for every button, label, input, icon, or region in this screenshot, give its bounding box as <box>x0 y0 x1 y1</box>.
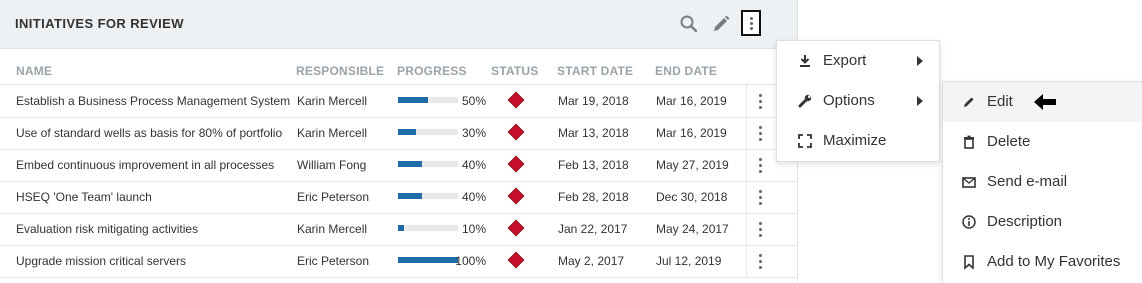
start-date: Mar 13, 2018 <box>558 126 629 140</box>
row-divider <box>746 181 747 213</box>
progress-percent: 40% <box>461 158 486 172</box>
row-more-icon[interactable] <box>757 190 765 206</box>
status-diamond-icon <box>508 252 524 268</box>
info-icon <box>961 214 977 230</box>
status-diamond-icon <box>508 188 524 204</box>
widget-title: INITIATIVES FOR REVIEW <box>15 16 184 31</box>
pencil-icon <box>961 94 977 110</box>
initiative-name[interactable]: Upgrade mission critical servers <box>16 254 186 268</box>
menu-item-export[interactable]: Export <box>777 41 939 81</box>
progress-bar-fill <box>398 161 422 167</box>
search-icon[interactable] <box>678 13 700 35</box>
progress-percent: 40% <box>461 190 486 204</box>
column-header-responsible[interactable]: RESPONSIBLE <box>296 64 384 78</box>
chevron-right-icon <box>917 96 923 106</box>
table-row[interactable]: Embed continuous improvement in all proc… <box>0 149 797 182</box>
row-more-icon[interactable] <box>757 126 765 142</box>
table-row[interactable]: Evaluation risk mitigating activities Kar… <box>0 213 797 246</box>
initiative-name[interactable]: Use of standard wells as basis for 80% o… <box>16 126 282 140</box>
row-divider <box>746 149 747 181</box>
initiative-name[interactable]: HSEQ 'One Team' launch <box>16 190 152 204</box>
progress-bar-fill <box>398 129 416 135</box>
submenu-item-label: Delete <box>987 133 1031 150</box>
progress-percent: 100% <box>455 254 486 268</box>
wrench-icon <box>797 93 813 109</box>
column-header-end-date[interactable]: END DATE <box>655 64 717 78</box>
chevron-right-icon <box>917 56 923 66</box>
row-divider <box>746 85 747 117</box>
progress-bar-fill <box>398 225 404 231</box>
status-diamond-icon <box>508 156 524 172</box>
responsible-name: Karin Mercell <box>297 222 368 236</box>
start-date: Feb 28, 2018 <box>558 190 629 204</box>
trash-icon <box>961 134 977 150</box>
menu-item-label: Export <box>823 52 867 69</box>
download-icon <box>797 53 813 69</box>
end-date: Mar 16, 2019 <box>656 94 727 108</box>
maximize-icon <box>797 133 813 149</box>
responsible-name: Karin Mercell <box>297 94 368 108</box>
submenu-item-add-favorites[interactable]: Add to My Favorites <box>943 242 1142 282</box>
start-date: May 2, 2017 <box>558 254 625 268</box>
end-date: May 24, 2017 <box>656 222 729 236</box>
progress-percent: 50% <box>461 94 486 108</box>
row-more-icon[interactable] <box>757 254 765 270</box>
responsible-name: Eric Peterson <box>297 254 370 268</box>
column-header-status[interactable]: STATUS <box>491 64 538 78</box>
bookmark-icon <box>961 254 977 270</box>
responsible-name: William Fong <box>297 158 367 172</box>
row-more-icon[interactable] <box>757 222 765 238</box>
progress-bar-fill <box>398 193 422 199</box>
row-divider <box>746 245 747 277</box>
end-date: May 27, 2019 <box>656 158 729 172</box>
row-more-icon[interactable] <box>757 158 765 174</box>
initiative-name[interactable]: Embed continuous improvement in all proc… <box>16 158 274 172</box>
options-submenu: Edit Delete Send e-mail Description Add … <box>942 81 1142 283</box>
submenu-item-label: Send e-mail <box>987 173 1068 190</box>
end-date: Mar 16, 2019 <box>656 126 727 140</box>
initiative-name[interactable]: Evaluation risk mitigating activities <box>16 222 198 236</box>
responsible-name: Karin Mercell <box>297 126 368 140</box>
table-row[interactable]: Upgrade mission critical servers Eric Pet… <box>0 245 797 278</box>
submenu-item-delete[interactable]: Delete <box>943 122 1142 162</box>
start-date: Jan 22, 2017 <box>558 222 628 236</box>
pencil-icon[interactable] <box>710 13 732 35</box>
start-date: Mar 19, 2018 <box>558 94 629 108</box>
end-date: Jul 12, 2019 <box>656 254 722 268</box>
arrow-left-icon <box>1033 93 1057 111</box>
column-header-name[interactable]: NAME <box>16 64 52 78</box>
table-row[interactable]: Establish a Business Process Management … <box>0 85 797 118</box>
progress-percent: 30% <box>461 126 486 140</box>
status-diamond-icon <box>508 124 524 140</box>
table-row[interactable]: HSEQ 'One Team' launch Eric Peterson 40% Fe… <box>0 181 797 214</box>
initiative-name[interactable]: Establish a Business Process Management … <box>16 94 290 108</box>
menu-item-maximize[interactable]: Maximize <box>777 121 939 161</box>
submenu-item-label: Add to My Favorites <box>987 253 1121 270</box>
submenu-item-label: Description <box>987 213 1063 230</box>
menu-item-options[interactable]: Options <box>777 81 939 121</box>
table-row[interactable]: Use of standard wells as basis for 80% o… <box>0 117 797 150</box>
envelope-icon <box>961 174 977 190</box>
widget-menu: Export Options Maximize <box>776 40 940 162</box>
submenu-item-description[interactable]: Description <box>943 202 1142 242</box>
widget-header: INITIATIVES FOR REVIEW <box>0 0 797 49</box>
start-date: Feb 13, 2018 <box>558 158 629 172</box>
row-divider <box>746 117 747 149</box>
row-more-icon[interactable] <box>757 94 765 110</box>
status-diamond-icon <box>508 220 524 236</box>
status-diamond-icon <box>508 92 524 108</box>
column-header-progress[interactable]: PROGRESS <box>397 64 467 78</box>
submenu-item-send-email[interactable]: Send e-mail <box>943 162 1142 202</box>
menu-item-label: Options <box>823 92 875 109</box>
menu-item-label: Maximize <box>823 132 887 149</box>
end-date: Dec 30, 2018 <box>656 190 728 204</box>
column-header-start-date[interactable]: START DATE <box>557 64 633 78</box>
initiatives-widget: INITIATIVES FOR REVIEW NAME RESPONSIBLE … <box>0 0 798 282</box>
responsible-name: Eric Peterson <box>297 190 370 204</box>
row-divider <box>746 213 747 245</box>
submenu-item-label: Edit <box>987 93 1013 110</box>
more-vertical-icon[interactable] <box>741 10 761 36</box>
progress-percent: 10% <box>461 222 486 236</box>
progress-bar-fill <box>398 97 428 103</box>
